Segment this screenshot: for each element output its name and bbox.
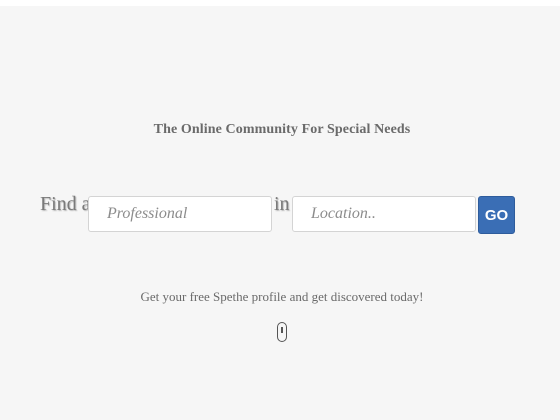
professional-input[interactable] xyxy=(88,196,272,232)
mouse-scroll-icon[interactable] xyxy=(277,322,287,342)
in-label: in xyxy=(274,193,290,215)
location-input[interactable] xyxy=(292,196,476,232)
hero-subtext: Get your free Spethe profile and get dis… xyxy=(140,289,424,304)
find-label: Find a xyxy=(40,193,91,215)
mouse-wheel xyxy=(281,327,283,333)
hero-tagline: The Online Community For Special Needs xyxy=(153,122,411,137)
search-form: Find a in GO xyxy=(40,189,520,235)
go-button[interactable]: GO xyxy=(478,196,515,234)
hero-section: The Online Community For Special Needs F… xyxy=(0,6,560,420)
